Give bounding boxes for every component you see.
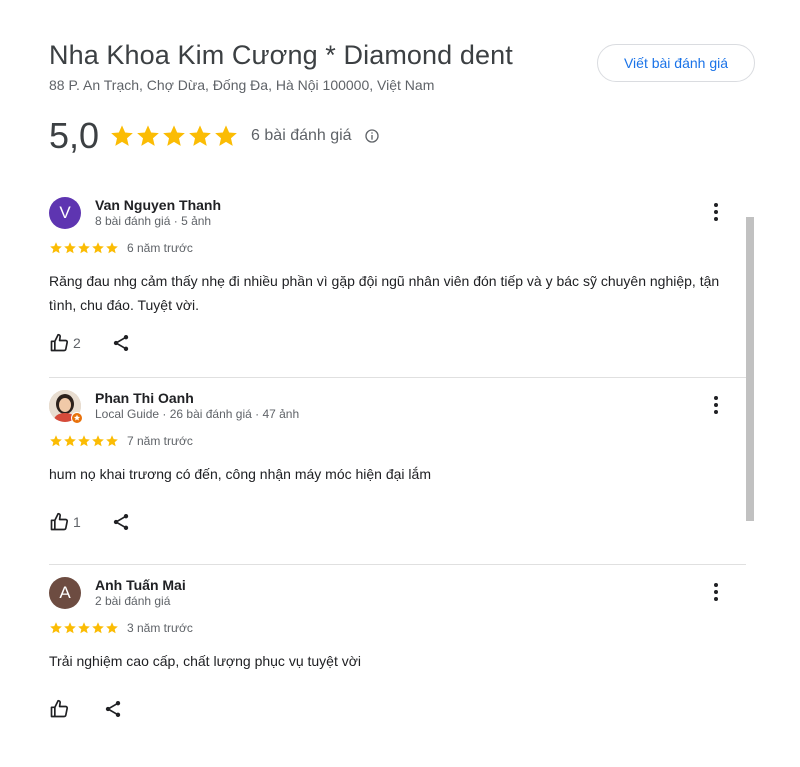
review-text: Trải nghiệm cao cấp, chất lượng phục vụ … (49, 653, 362, 669)
star-icon (92, 622, 104, 634)
review-actions: 2 (49, 333, 131, 353)
review-rating: 7 năm trước (49, 434, 193, 448)
local-guide-badge-icon (71, 412, 83, 424)
review-stars (49, 621, 119, 635)
like-button[interactable]: 2 (49, 333, 81, 353)
star-icon (78, 435, 90, 447)
thumb-up-icon (50, 512, 69, 531)
avatar[interactable]: V (49, 197, 81, 229)
like-button[interactable]: 1 (49, 512, 81, 532)
reviewer-name[interactable]: Anh Tuấn Mai (95, 577, 186, 593)
reviewer-meta: 8 bài đánh giá · 5 ảnh (95, 214, 212, 228)
star-icon (50, 242, 62, 254)
scrollbar-thumb[interactable] (746, 217, 754, 521)
place-address: 88 P. An Trạch, Chợ Dừa, Đống Đa, Hà Nội… (49, 77, 435, 93)
review-time: 7 năm trước (127, 434, 193, 448)
star-icon (92, 242, 104, 254)
average-rating: 5,0 (49, 115, 100, 156)
rating-summary: 5,0 6 bài đánh giá (49, 112, 380, 160)
star-icon (111, 125, 133, 146)
share-button[interactable] (111, 512, 131, 532)
review-card: Phan Thi Oanh Local Guide · 26 bài đánh … (49, 377, 746, 564)
star-icon (50, 435, 62, 447)
review-time: 6 năm trước (127, 241, 193, 255)
thumb-up-icon (50, 333, 69, 352)
star-icon (106, 622, 118, 634)
place-name: Nha Khoa Kim Cương * Diamond dent (49, 40, 513, 70)
place-header: Nha Khoa Kim Cương * Diamond dent 88 P. … (49, 38, 760, 98)
avatar[interactable] (49, 390, 83, 424)
review-stars (49, 241, 119, 255)
share-icon (113, 335, 128, 351)
avatar[interactable]: A (49, 577, 81, 609)
more-vert-icon (714, 396, 718, 414)
rating-stars (109, 123, 239, 149)
star-icon (92, 435, 104, 447)
write-review-button[interactable]: Viết bài đánh giá (597, 44, 755, 82)
more-options-button[interactable] (705, 579, 727, 605)
review-actions (49, 699, 123, 719)
star-icon (137, 125, 159, 146)
star-icon (78, 622, 90, 634)
review-stars (49, 434, 119, 448)
review-rating: 3 năm trước (49, 621, 193, 635)
star-icon (163, 125, 185, 146)
review-time: 3 năm trước (127, 621, 193, 635)
review-actions: 1 (49, 512, 131, 532)
like-button[interactable] (49, 699, 73, 719)
star-icon (189, 125, 211, 146)
like-count: 2 (73, 335, 81, 351)
review-text: Răng đau nhg cảm thấy nhẹ đi nhiều phần … (49, 273, 720, 313)
star-icon (78, 242, 90, 254)
share-button[interactable] (103, 699, 123, 719)
more-options-button[interactable] (705, 199, 727, 225)
star-icon (106, 242, 118, 254)
star-icon (106, 435, 118, 447)
reviewer-name[interactable]: Van Nguyen Thanh (95, 197, 221, 213)
more-vert-icon (714, 203, 718, 221)
share-icon (113, 514, 128, 530)
more-vert-icon (714, 583, 718, 601)
share-button[interactable] (111, 333, 131, 353)
like-count: 1 (73, 514, 81, 530)
thumb-up-icon (50, 699, 69, 718)
info-icon[interactable] (364, 128, 380, 144)
review-rating: 6 năm trước (49, 241, 193, 255)
reviewer-name[interactable]: Phan Thi Oanh (95, 390, 194, 406)
reviewer-meta: 2 bài đánh giá (95, 594, 171, 608)
star-icon (64, 622, 76, 634)
star-icon (64, 242, 76, 254)
star-icon (215, 125, 237, 146)
more-options-button[interactable] (705, 392, 727, 418)
review-card: V Van Nguyen Thanh 8 bài đánh giá · 5 ản… (49, 185, 746, 377)
review-count: 6 bài đánh giá (251, 127, 352, 144)
star-icon (64, 435, 76, 447)
review-list: V Van Nguyen Thanh 8 bài đánh giá · 5 ản… (49, 185, 746, 749)
reviewer-meta: Local Guide · 26 bài đánh giá · 47 ảnh (95, 407, 300, 421)
review-card: A Anh Tuấn Mai 2 bài đánh giá 3 năm trướ… (49, 564, 746, 749)
review-text: hum nọ khai trương có đến, công nhận máy… (49, 466, 431, 482)
star-icon (50, 622, 62, 634)
share-icon (105, 701, 121, 717)
